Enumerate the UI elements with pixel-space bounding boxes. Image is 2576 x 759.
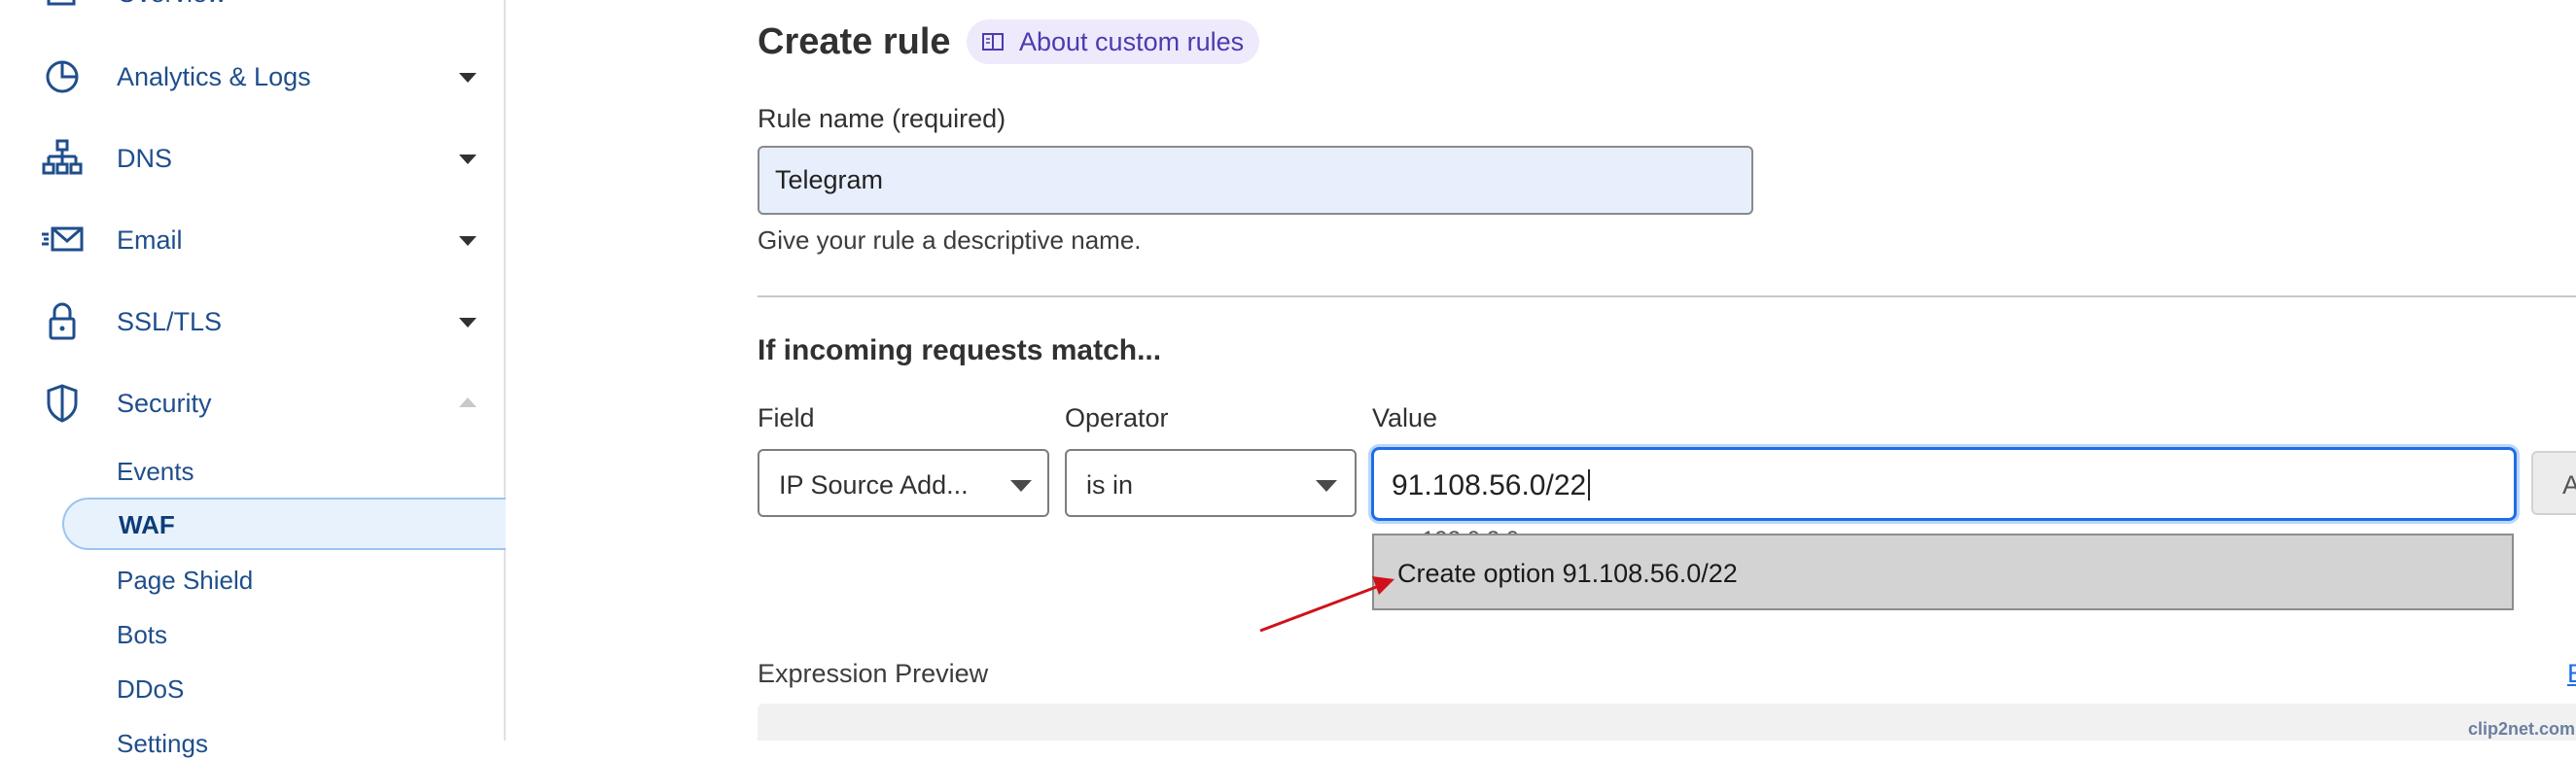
expression-preview-label: Expression Preview — [758, 659, 989, 688]
chevron-up-icon[interactable] — [459, 397, 476, 407]
sidebar-item-email[interactable]: Email — [0, 206, 504, 274]
operator-select-value: is in — [1086, 470, 1134, 500]
network-icon — [39, 135, 86, 182]
chevron-down-icon — [1010, 480, 1032, 492]
about-custom-rules-link[interactable]: About custom rules — [967, 19, 1260, 64]
sidebar-item-analytics[interactable]: Analytics & Logs — [0, 43, 504, 111]
chevron-down-icon — [1316, 480, 1337, 492]
rule-name-helper: Give your rule a descriptive name. — [758, 225, 1142, 255]
text-cursor — [1588, 469, 1591, 500]
shield-icon — [39, 380, 86, 427]
operator-select[interactable]: is in — [1065, 449, 1357, 517]
section-heading: If incoming requests match... — [758, 334, 1162, 366]
chevron-down-icon[interactable] — [459, 236, 476, 246]
sidebar: Overview Analytics & Logs DNS Email SSL/… — [0, 0, 506, 758]
sidebar-item-security[interactable]: Security — [0, 369, 504, 437]
sidebar-item-label: Security — [117, 389, 212, 418]
page-title: Create rule — [758, 21, 951, 62]
sidebar-subitem-label: WAF — [119, 510, 175, 539]
sidebar-item-label: SSL/TLS — [117, 307, 223, 336]
sidebar-subitem-page-shield[interactable]: Page Shield — [117, 566, 253, 596]
value-input[interactable]: 91.108.56.0/22 — [1371, 447, 2517, 521]
rule-name-label: Rule name (required) — [758, 104, 1006, 133]
book-icon — [982, 33, 1004, 51]
value-label: Value — [1372, 403, 1438, 432]
sidebar-item-label: Overview — [117, 0, 227, 9]
create-option-item[interactable]: Create option 91.108.56.0/22 — [1372, 534, 2514, 610]
field-select-value: IP Source Add... — [779, 470, 969, 500]
chevron-down-icon[interactable] — [459, 73, 476, 83]
sidebar-item-ssl-tls[interactable]: SSL/TLS — [0, 288, 504, 356]
section-divider — [758, 295, 2576, 297]
sidebar-item-dns[interactable]: DNS — [0, 124, 504, 192]
sidebar-subitem-waf[interactable]: WAF — [62, 498, 506, 550]
sidebar-subitem-settings[interactable]: Settings — [117, 729, 208, 759]
about-link-label: About custom rules — [1019, 26, 1245, 56]
value-input-content: 91.108.56.0/22 — [1392, 469, 1587, 501]
expression-preview-box — [758, 704, 2576, 741]
sidebar-subitem-events[interactable]: Events — [117, 457, 194, 487]
sidebar-subitem-ddos[interactable]: DDoS — [117, 674, 184, 705]
pie-chart-icon — [39, 53, 86, 100]
chevron-down-icon[interactable] — [459, 318, 476, 328]
sidebar-item-label: Email — [117, 225, 183, 255]
sidebar-item-overview[interactable]: Overview — [0, 0, 504, 27]
create-option-label: Create option 91.108.56.0/22 — [1397, 559, 1738, 588]
and-button[interactable]: A — [2531, 451, 2576, 515]
sidebar-item-label: Analytics & Logs — [117, 62, 311, 91]
rule-name-input[interactable] — [758, 146, 1753, 215]
sidebar-subitem-bots[interactable]: Bots — [117, 620, 167, 650]
operator-label: Operator — [1065, 403, 1169, 432]
overview-icon — [39, 0, 86, 16]
envelope-icon — [39, 217, 86, 263]
lock-icon — [39, 298, 86, 345]
value-input-text: 91.108.56.0/22 — [1392, 469, 1591, 502]
and-button-label: A — [2562, 470, 2576, 500]
field-label: Field — [758, 403, 815, 432]
field-select[interactable]: IP Source Add... — [758, 449, 1049, 517]
sidebar-item-label: DNS — [117, 144, 173, 173]
watermark-logo: clip2net.com — [2468, 719, 2576, 739]
chevron-down-icon[interactable] — [459, 155, 476, 164]
edit-expression-link[interactable]: E — [2567, 659, 2576, 689]
